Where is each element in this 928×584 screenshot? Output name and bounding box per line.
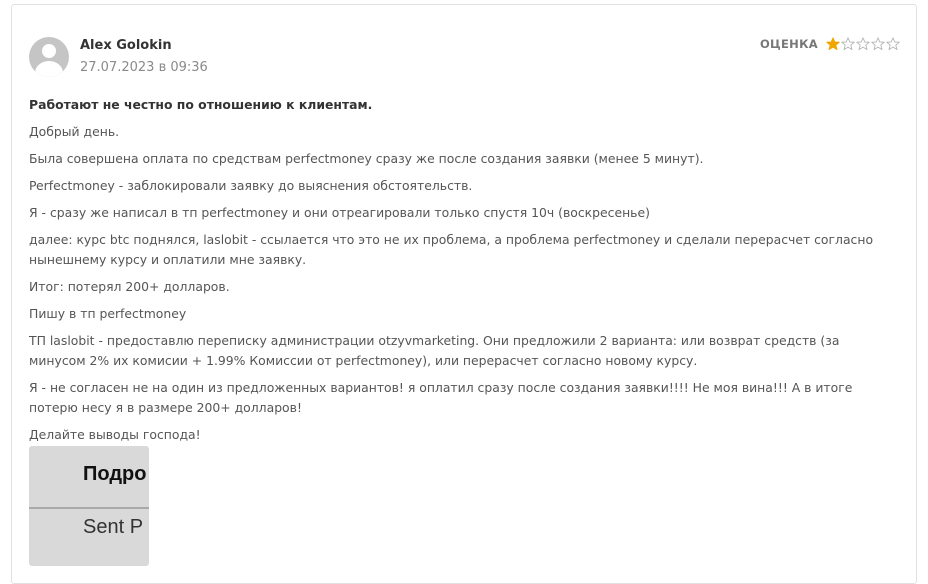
rating-stars [825,37,900,51]
avatar-body [35,61,63,77]
rating: ОЦЕНКА [760,37,900,51]
review-date: 27.07.2023 в 09:36 [80,60,208,75]
star-empty-icon [841,37,855,51]
attachment-thumbnail[interactable]: Подро Sent P [29,446,149,566]
review-body: Работают не честно по отношению к клиент… [29,95,879,452]
star-empty-icon [871,37,885,51]
review-paragraph: далее: курс btc поднялся, laslobit - ссы… [29,232,874,267]
review-paragraph: ТП laslobit - предоставлю переписку адми… [29,333,840,368]
avatar-head [42,44,56,58]
review-paragraph: Пишу в тп perfectmoney [29,306,187,321]
star-empty-icon [886,37,900,51]
attachment-text-line1: Подро [83,463,147,485]
review-paragraph: Я - сразу же написал в тп perfectmoney и… [29,205,650,220]
review-paragraph: Perfectmoney - заблокировали заявку до в… [29,178,473,193]
review-card: Alex Golokin 27.07.2023 в 09:36 ОЦЕНКА Р… [11,4,917,584]
avatar [29,37,69,77]
review-paragraph: Была совершена оплата по средствам perfe… [29,151,704,166]
rating-label: ОЦЕНКА [759,37,818,51]
review-paragraph: Итог: потерял 200+ долларов. [29,279,230,294]
review-paragraph: Делайте выводы господа! [29,427,201,442]
review-title: Работают не честно по отношению к клиент… [29,97,373,112]
star-filled-icon [826,37,840,51]
author-name[interactable]: Alex Golokin [80,38,172,53]
star-empty-icon [856,37,870,51]
attachment-divider [29,507,149,509]
review-paragraph: Добрый день. [29,124,120,139]
review-paragraph: Я - не согласен не на один из предложенн… [29,380,853,415]
attachment-text-line2: Sent P [83,516,144,538]
